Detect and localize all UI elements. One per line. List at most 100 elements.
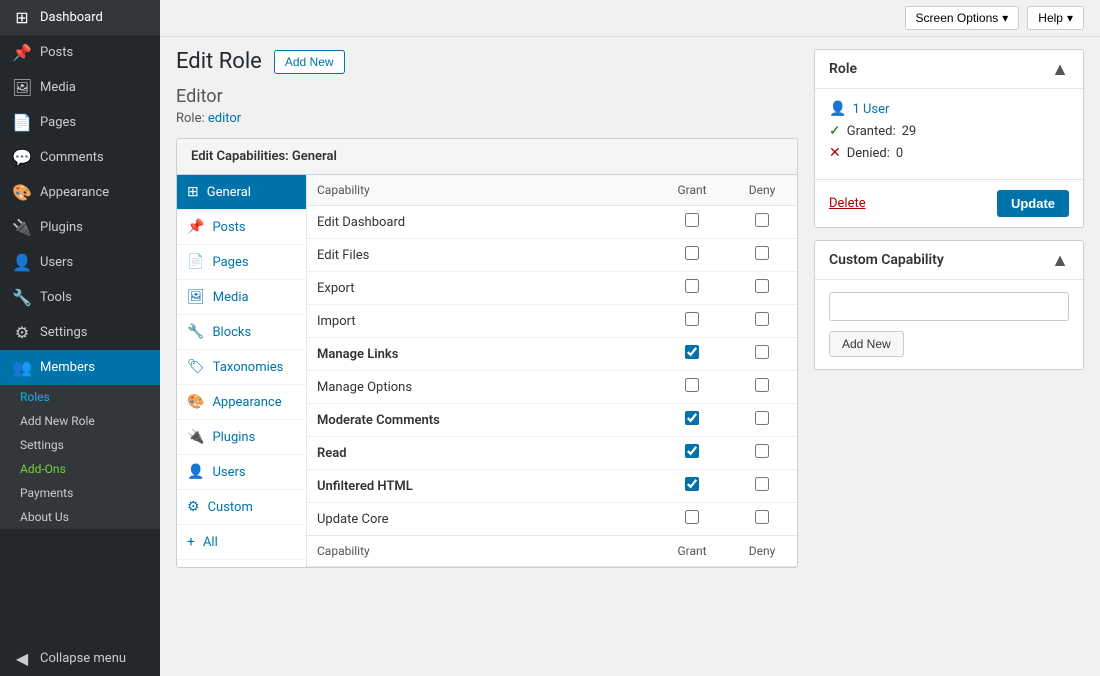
add-new-cap-button[interactable]: Add New	[829, 331, 904, 357]
cat-tab-pages[interactable]: 📄Pages	[177, 245, 306, 280]
cat-tab-general[interactable]: ⊞General	[177, 175, 306, 210]
cap-deny-0[interactable]	[727, 206, 797, 239]
table-row: Manage Options	[307, 371, 797, 404]
grant-checkbox-5[interactable]	[685, 378, 699, 392]
delete-link[interactable]: Delete	[829, 196, 866, 211]
sidebar-submenu-add-new-role[interactable]: Add New Role	[0, 409, 160, 433]
cap-deny-3[interactable]	[727, 305, 797, 338]
sidebar-item-appearance[interactable]: 🎨Appearance	[0, 175, 160, 210]
deny-checkbox-5[interactable]	[755, 378, 769, 392]
cat-tab-custom[interactable]: ⚙ Custom	[177, 490, 306, 525]
sidebar-item-media[interactable]: 🖼Media	[0, 70, 160, 105]
grant-checkbox-4[interactable]	[685, 345, 699, 359]
grant-checkbox-0[interactable]	[685, 213, 699, 227]
cat-tab-posts[interactable]: 📌Posts	[177, 210, 306, 245]
cat-tab-users[interactable]: 👤Users	[177, 455, 306, 490]
cap-grant-7[interactable]	[657, 437, 727, 470]
sidebar-label-settings: Settings	[40, 325, 87, 340]
sidebar-item-users[interactable]: 👤Users	[0, 245, 160, 280]
cap-grant-0[interactable]	[657, 206, 727, 239]
grant-checkbox-3[interactable]	[685, 312, 699, 326]
sidebar-item-members[interactable]: 👥Members	[0, 350, 160, 385]
custom-cap-input[interactable]	[829, 292, 1069, 321]
sidebar-submenu-payments[interactable]: Payments	[0, 481, 160, 505]
sidebar-item-pages[interactable]: 📄Pages	[0, 105, 160, 140]
cat-tab-plugins[interactable]: 🔌Plugins	[177, 420, 306, 455]
media-icon: 🖼	[12, 78, 32, 97]
cap-deny-1[interactable]	[727, 239, 797, 272]
sidebar-item-dashboard[interactable]: ⊞Dashboard	[0, 0, 160, 35]
table-row: Moderate Comments	[307, 404, 797, 437]
collapse-label: Collapse menu	[40, 651, 126, 666]
deny-checkbox-1[interactable]	[755, 246, 769, 260]
table-row: Update Core	[307, 503, 797, 536]
sidebar-item-comments[interactable]: 💬Comments	[0, 140, 160, 175]
cat-tab-appearance[interactable]: 🎨Appearance	[177, 385, 306, 420]
cap-name-9: Update Core	[307, 503, 657, 536]
deny-checkbox-6[interactable]	[755, 411, 769, 425]
cap-grant-1[interactable]	[657, 239, 727, 272]
deny-checkbox-9[interactable]	[755, 510, 769, 524]
screen-options-button[interactable]: Screen Options ▾	[905, 6, 1020, 30]
submenu-label-roles: Roles	[20, 390, 50, 404]
grant-checkbox-8[interactable]	[685, 477, 699, 491]
help-button[interactable]: Help ▾	[1027, 6, 1084, 30]
add-new-button[interactable]: Add New	[274, 50, 345, 74]
grant-checkbox-6[interactable]	[685, 411, 699, 425]
cat-tab-all[interactable]: +All	[177, 525, 306, 560]
sidebar-item-plugins[interactable]: 🔌Plugins	[0, 210, 160, 245]
cap-grant-4[interactable]	[657, 338, 727, 371]
sidebar-item-posts[interactable]: 📌Posts	[0, 35, 160, 70]
main-area: Screen Options ▾ Help ▾ Edit Role Add Ne…	[160, 0, 1100, 676]
deny-checkbox-4[interactable]	[755, 345, 769, 359]
deny-checkbox-0[interactable]	[755, 213, 769, 227]
cap-deny-9[interactable]	[727, 503, 797, 536]
cat-tab-label-custom: Custom	[208, 500, 253, 515]
deny-checkbox-3[interactable]	[755, 312, 769, 326]
cat-tab-blocks[interactable]: 🔧Blocks	[177, 315, 306, 350]
cap-grant-6[interactable]	[657, 404, 727, 437]
collapse-icon: ◀	[12, 649, 32, 668]
collapse-menu[interactable]: ◀ Collapse menu	[0, 641, 160, 676]
role-slug-link[interactable]: editor	[208, 111, 241, 126]
cat-tab-media[interactable]: 🖼Media	[177, 280, 306, 315]
cap-deny-5[interactable]	[727, 371, 797, 404]
role-widget-collapse[interactable]: ▲	[1051, 60, 1069, 78]
cap-grant-3[interactable]	[657, 305, 727, 338]
sidebar-submenu-about-us[interactable]: About Us	[0, 505, 160, 529]
cap-grant-2[interactable]	[657, 272, 727, 305]
cap-grant-5[interactable]	[657, 371, 727, 404]
sidebar-item-tools[interactable]: 🔧Tools	[0, 280, 160, 315]
cap-deny-4[interactable]	[727, 338, 797, 371]
cat-tab-label-media: Media	[213, 290, 249, 305]
users-icon: 👤	[12, 253, 32, 272]
cat-tab-taxonomies[interactable]: 🏷Taxonomies	[177, 350, 306, 385]
taxonomies-tab-icon: 🏷	[187, 359, 205, 375]
grant-checkbox-7[interactable]	[685, 444, 699, 458]
custom-cap-collapse[interactable]: ▲	[1051, 251, 1069, 269]
plugins-tab-icon: 🔌	[187, 429, 204, 445]
cap-deny-6[interactable]	[727, 404, 797, 437]
sidebar-item-settings[interactable]: ⚙Settings	[0, 315, 160, 350]
grant-checkbox-2[interactable]	[685, 279, 699, 293]
cap-grant-9[interactable]	[657, 503, 727, 536]
grant-checkbox-9[interactable]	[685, 510, 699, 524]
sidebar-submenu-roles[interactable]: Roles	[0, 385, 160, 409]
deny-checkbox-2[interactable]	[755, 279, 769, 293]
grant-checkbox-1[interactable]	[685, 246, 699, 260]
cap-deny-2[interactable]	[727, 272, 797, 305]
sidebar-submenu-add-ons[interactable]: Add-Ons	[0, 457, 160, 481]
user-count-link[interactable]: 1 User	[852, 102, 889, 117]
comments-icon: 💬	[12, 148, 32, 167]
cap-deny-8[interactable]	[727, 470, 797, 503]
custom-tab-icon: ⚙	[187, 499, 200, 515]
deny-checkbox-8[interactable]	[755, 477, 769, 491]
role-widget-body: 👤 1 User ✓ Granted: 29 ✕ Denied: 0	[815, 89, 1083, 179]
update-button[interactable]: Update	[997, 190, 1069, 217]
cap-deny-7[interactable]	[727, 437, 797, 470]
sidebar-submenu-settings[interactable]: Settings	[0, 433, 160, 457]
cap-name-4: Manage Links	[307, 338, 657, 371]
deny-checkbox-7[interactable]	[755, 444, 769, 458]
check-icon: ✓	[829, 123, 841, 139]
cap-grant-8[interactable]	[657, 470, 727, 503]
